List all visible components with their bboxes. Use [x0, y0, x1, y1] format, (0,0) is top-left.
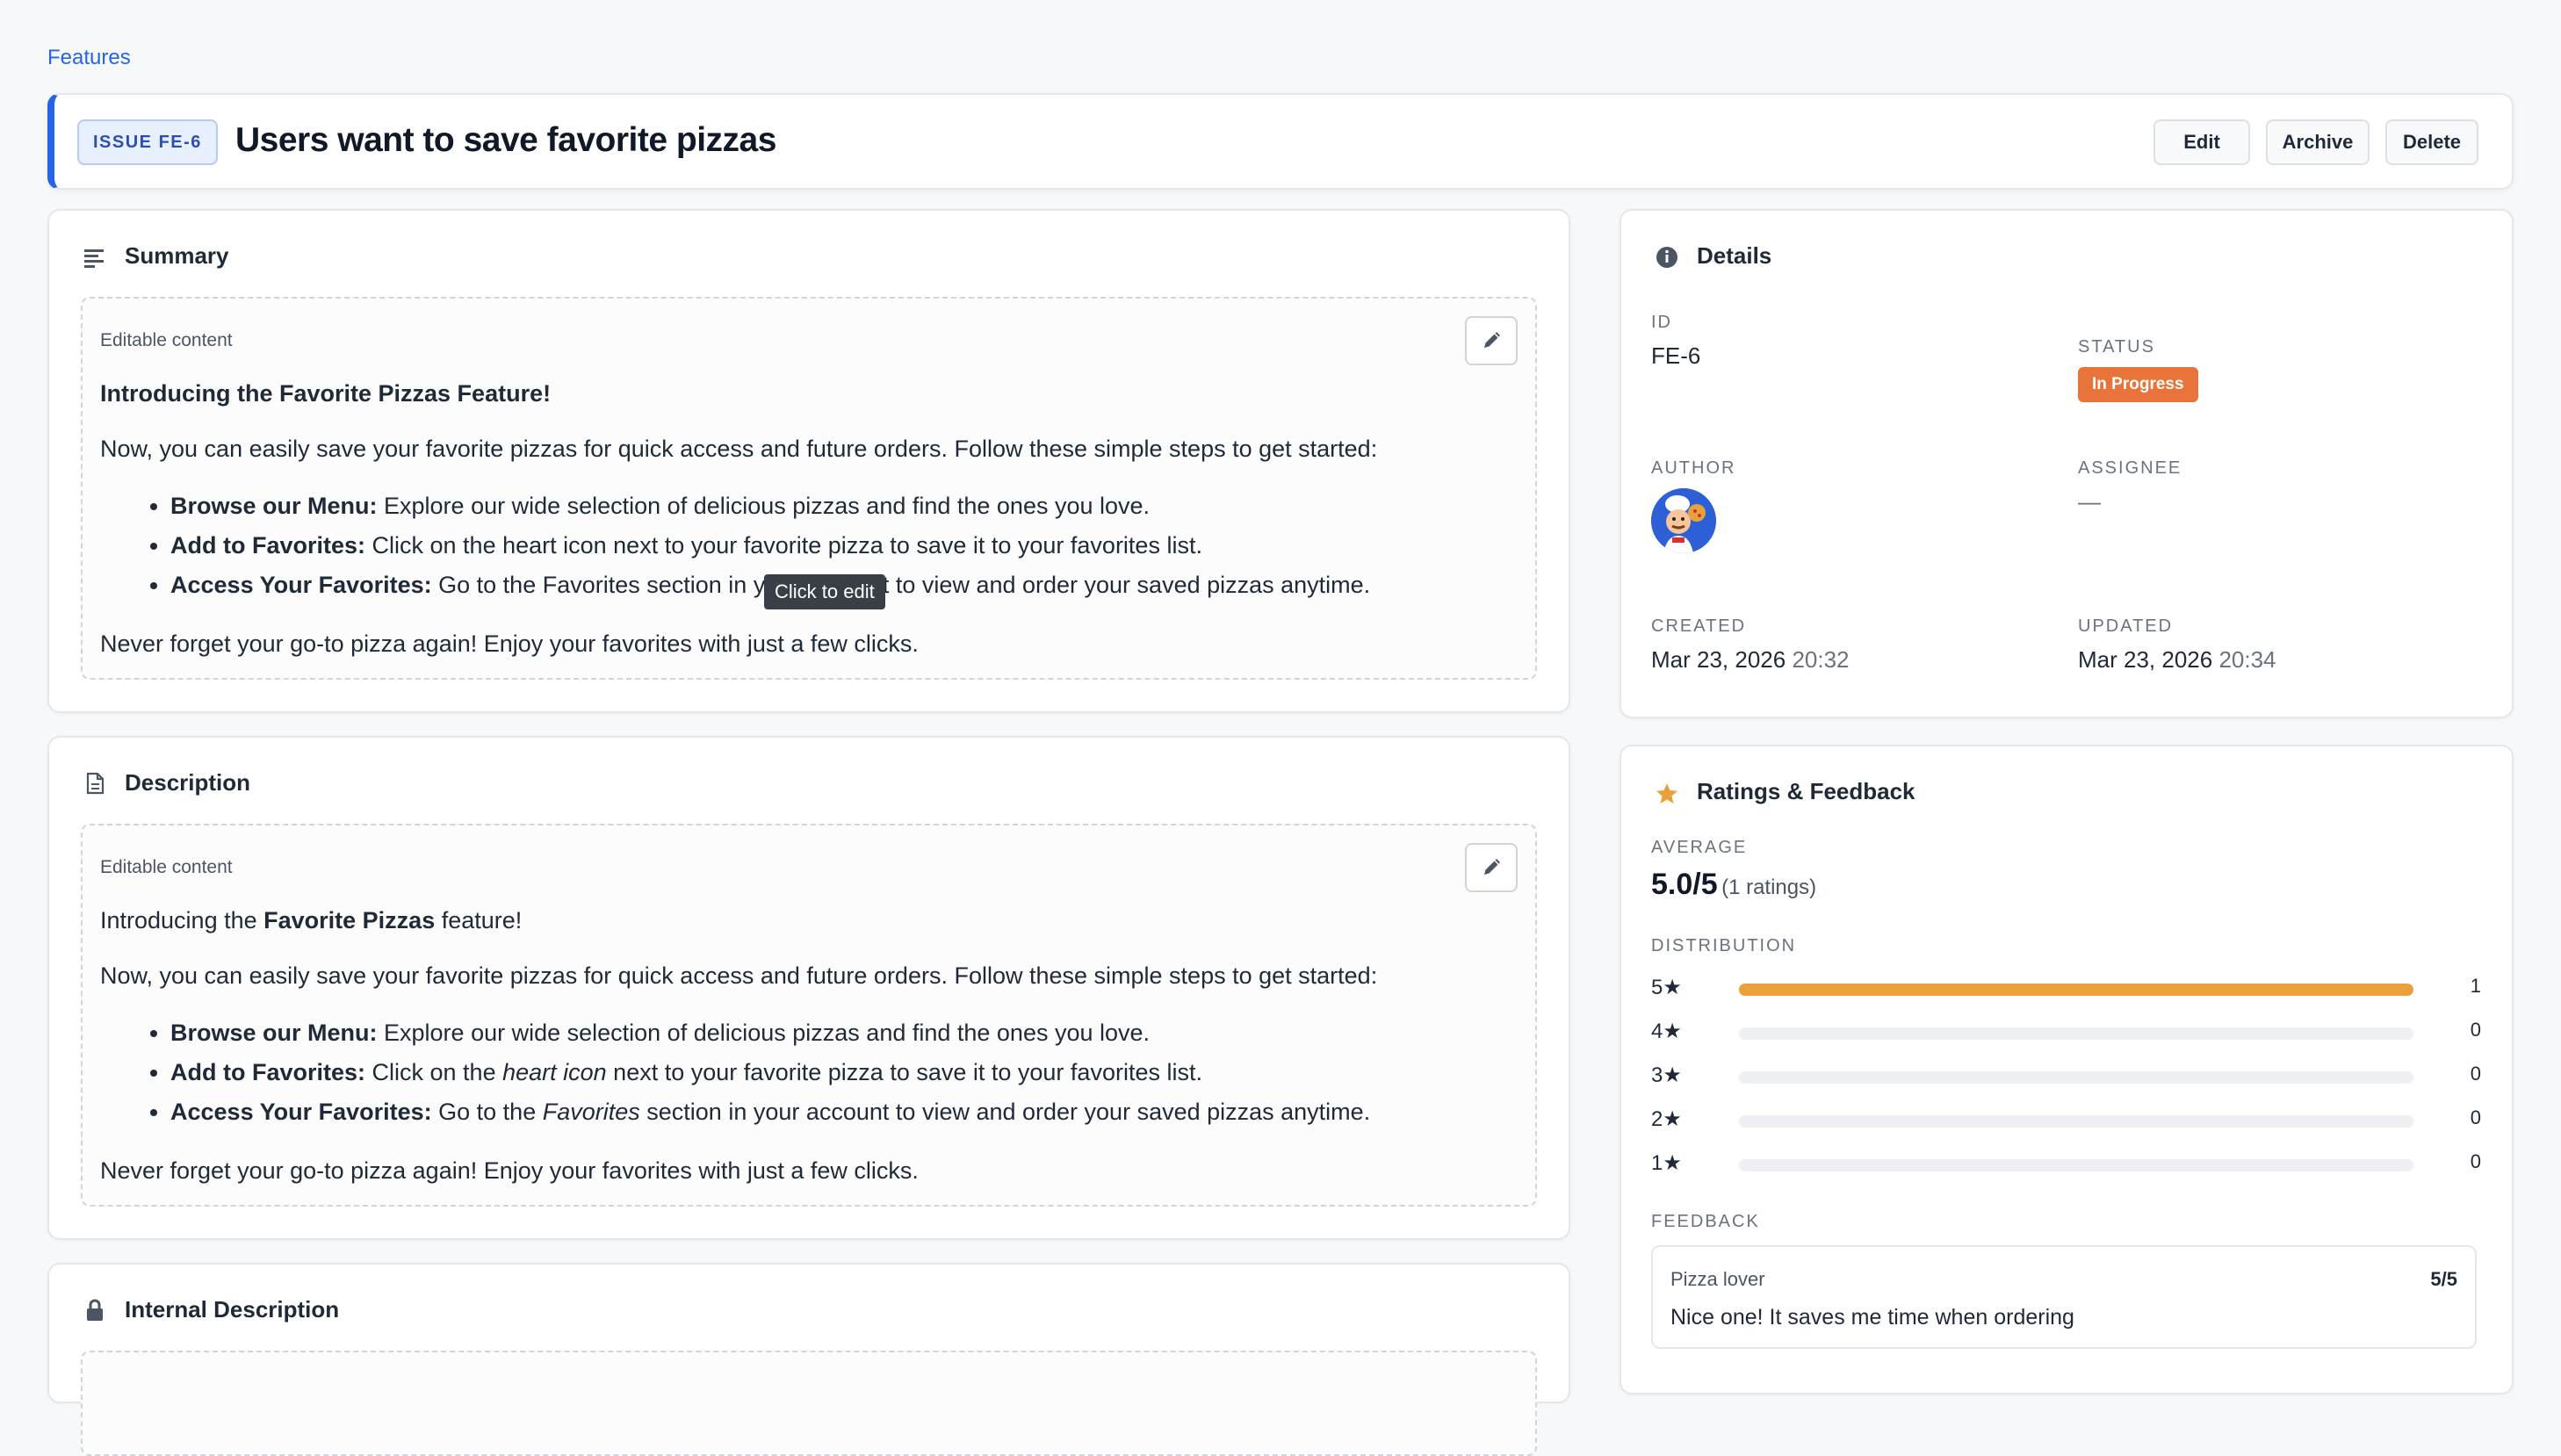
summary-title: Summary	[125, 242, 229, 269]
distribution-bar	[1739, 1159, 2413, 1171]
internal-description-card: Internal Description	[47, 1263, 1570, 1456]
status-badge: In Progress	[2078, 367, 2198, 402]
summary-outro: Never forget your go-to pizza again! Enj…	[100, 631, 919, 657]
description-editable[interactable]: Editable content Introducing the Favorit…	[81, 824, 1537, 1207]
ratings-title: Ratings & Feedback	[1697, 778, 1915, 804]
internal-editable[interactable]	[81, 1351, 1537, 1456]
distribution-bar	[1739, 984, 2413, 996]
created-label: CREATED	[1651, 616, 1747, 636]
list-item: Browse our Menu: Explore our wide select…	[170, 487, 1518, 526]
summary-intro: Now, you can easily save your favorite p…	[100, 436, 1378, 462]
avatar[interactable]	[1651, 488, 1716, 553]
description-outro: Never forget your go-to pizza again! Enj…	[100, 1157, 919, 1184]
list-item: Browse our Menu: Explore our wide select…	[170, 1013, 1518, 1053]
details-card: Details	[1620, 209, 2514, 718]
summary-heading: Introducing the Favorite Pizzas Feature!	[100, 380, 552, 407]
distribution-count: 0	[2470, 1019, 2481, 1041]
lock-icon	[87, 1299, 103, 1321]
distribution-bar	[1739, 1071, 2413, 1084]
status-label: STATUS	[2078, 337, 2155, 357]
feedback-author: Pizza lover	[1670, 1268, 1765, 1290]
breadcrumb-features[interactable]: Features	[47, 46, 131, 70]
id-value: FE-6	[1651, 342, 1701, 369]
average-label: AVERAGE	[1651, 838, 1748, 857]
summary-lines-icon	[84, 249, 104, 268]
distribution-count: 0	[2470, 1063, 2481, 1085]
details-title: Details	[1697, 242, 1772, 269]
distribution-star-label: 1★	[1651, 1151, 1682, 1175]
summary-card: Summary Editable content Introducing the…	[47, 209, 1570, 713]
description-line1: Introducing the Favorite Pizzas feature!	[100, 907, 523, 933]
description-intro: Now, you can easily save your favorite p…	[100, 962, 1378, 989]
distribution-row: 2★ 0	[1651, 1106, 2481, 1133]
distribution-star-label: 3★	[1651, 1063, 1682, 1087]
distribution-count: 1	[2470, 975, 2481, 997]
distribution-bar	[1739, 1115, 2413, 1128]
average-value: 5.0/5 (1 ratings)	[1651, 868, 1817, 901]
id-label: ID	[1651, 313, 1672, 332]
pencil-icon	[1484, 859, 1500, 875]
chef-avatar-icon	[1651, 488, 1716, 553]
distribution-star-label: 2★	[1651, 1107, 1682, 1131]
distribution-row: 4★ 0	[1651, 1019, 2481, 1045]
feedback-item: Pizza lover 5/5 Nice one! It saves me ti…	[1651, 1245, 2477, 1349]
internal-description-title: Internal Description	[125, 1296, 340, 1323]
distribution-row: 3★ 0	[1651, 1063, 2481, 1089]
tooltip: Click to edit	[764, 574, 885, 609]
document-icon	[86, 772, 105, 795]
distribution-count: 0	[2470, 1150, 2481, 1172]
archive-button[interactable]: Archive	[2266, 119, 2370, 165]
distribution-row: 1★ 0	[1651, 1150, 2481, 1177]
summary-editable[interactable]: Editable content Introducing the Favorit…	[81, 297, 1537, 680]
delete-button[interactable]: Delete	[2385, 119, 2478, 165]
list-item: Add to Favorites: Click on the heart ico…	[170, 1053, 1518, 1092]
list-item: Add to Favorites: Click on the heart ico…	[170, 526, 1518, 566]
description-edit-button[interactable]	[1465, 843, 1518, 892]
summary-content: Introducing the Favorite Pizzas Feature!…	[100, 374, 1518, 664]
assignee-value: —	[2078, 488, 2101, 515]
distribution-label: DISTRIBUTION	[1651, 936, 1797, 955]
updated-label: UPDATED	[2078, 616, 2174, 636]
info-icon	[1656, 247, 1677, 268]
summary-edit-button[interactable]	[1465, 316, 1518, 365]
issue-title: Users want to save favorite pizzas	[235, 121, 776, 159]
distribution-row: 5★ 1	[1651, 975, 2481, 1001]
assignee-label: ASSIGNEE	[2078, 458, 2182, 478]
star-icon	[1656, 783, 1677, 804]
distribution-star-label: 5★	[1651, 976, 1682, 999]
pencil-icon	[1484, 332, 1500, 348]
page: Features ISSUE FE-6 Users want to save f…	[0, 0, 2561, 1456]
updated-value: Mar 23, 2026 20:34	[2078, 646, 2276, 673]
distribution-star-label: 4★	[1651, 1020, 1682, 1043]
description-title: Description	[125, 769, 251, 796]
distribution-count: 0	[2470, 1106, 2481, 1128]
distribution-bar-fill	[1739, 984, 2413, 996]
distribution-bar	[1739, 1027, 2413, 1040]
feedback-score: 5/5	[2430, 1268, 2457, 1290]
author-label: AUTHOR	[1651, 458, 1736, 478]
editable-label: Editable content	[100, 857, 233, 877]
feedback-label: FEEDBACK	[1651, 1212, 1760, 1231]
feedback-text: Nice one! It saves me time when ordering	[1670, 1305, 2074, 1330]
list-item: Access Your Favorites: Go to the Favorit…	[170, 1092, 1518, 1132]
issue-header: ISSUE FE-6 Users want to save favorite p…	[47, 93, 2514, 190]
description-content: Introducing the Favorite Pizzas feature!…	[100, 901, 1518, 1191]
editable-label: Editable content	[100, 330, 233, 350]
edit-button[interactable]: Edit	[2153, 119, 2250, 165]
description-list: Browse our Menu: Explore our wide select…	[100, 1013, 1518, 1132]
created-value: Mar 23, 2026 20:32	[1651, 646, 1850, 673]
issue-badge: ISSUE FE-6	[77, 119, 218, 165]
description-card: Description Editable content Introducing…	[47, 736, 1570, 1240]
